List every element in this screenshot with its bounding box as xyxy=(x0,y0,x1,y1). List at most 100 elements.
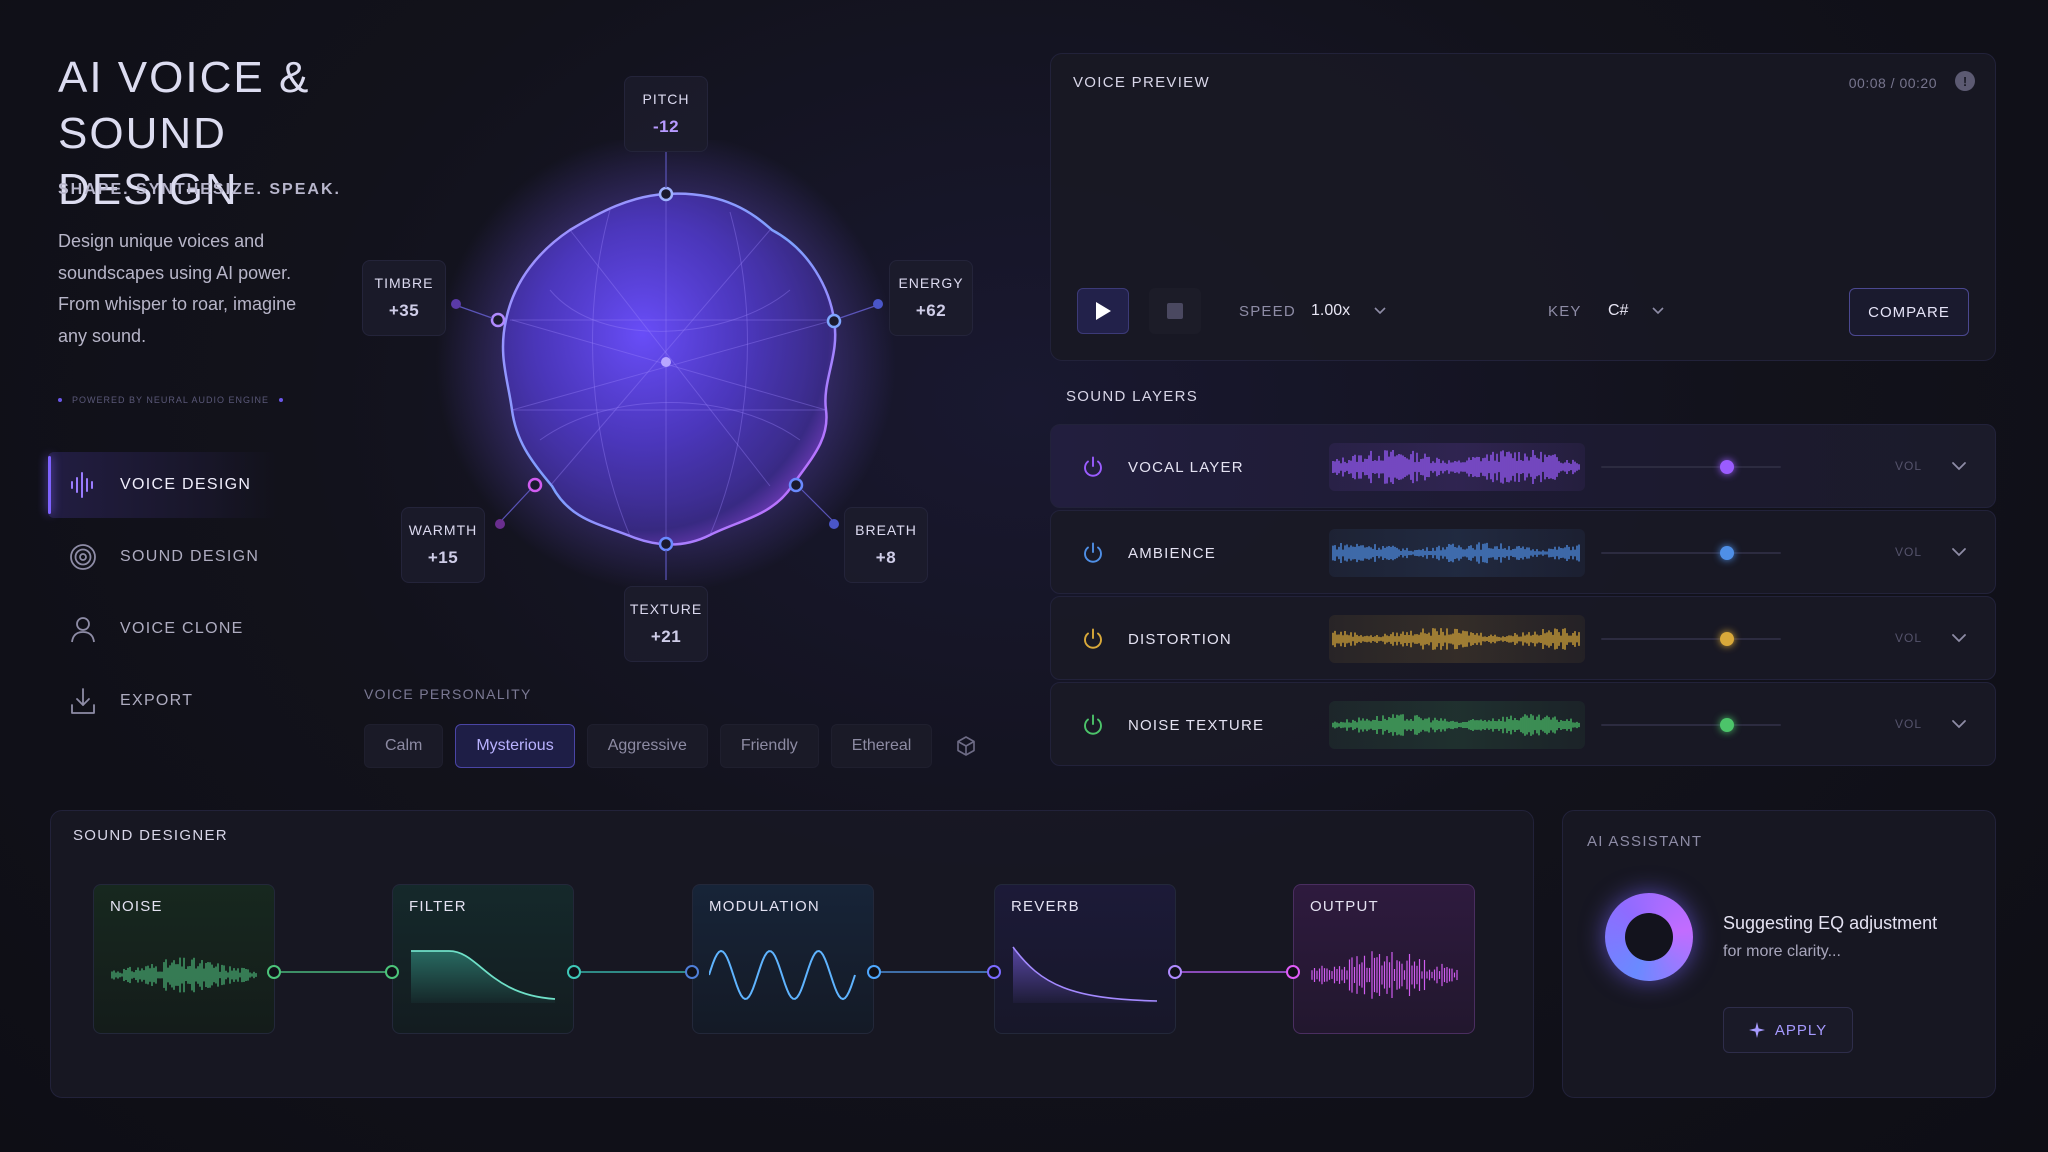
module-filter[interactable]: FILTER xyxy=(392,884,574,1034)
layer-row: VOCAL LAYER VOL xyxy=(1050,424,1996,508)
info-icon[interactable]: ! xyxy=(1955,71,1975,91)
preview-waveform[interactable] xyxy=(1077,126,1971,296)
nav-item-export[interactable]: EXPORT xyxy=(48,668,278,734)
target-icon xyxy=(68,542,98,572)
chevron-down-icon[interactable] xyxy=(1949,714,1969,734)
port-reverb-out[interactable] xyxy=(1168,965,1182,979)
tagline: SHAPE. SYNTHESIZE. SPEAK. xyxy=(58,181,341,198)
panel-title: AI ASSISTANT xyxy=(1587,833,1703,850)
param-value: +21 xyxy=(650,627,682,646)
module-output[interactable]: OUTPUT xyxy=(1293,884,1475,1034)
chevron-down-icon xyxy=(1652,307,1665,315)
vol-label: VOL xyxy=(1895,459,1923,473)
module-label: NOISE xyxy=(110,898,163,915)
power-icon[interactable] xyxy=(1081,627,1105,651)
volume-slider-handle[interactable] xyxy=(1720,546,1734,560)
output-waveform xyxy=(1311,951,1458,999)
modulation-wave xyxy=(709,949,856,1001)
chevron-down-icon[interactable] xyxy=(1949,542,1969,562)
compare-button[interactable]: COMPARE xyxy=(1849,288,1969,336)
vol-label: VOL xyxy=(1895,631,1923,645)
stop-button[interactable] xyxy=(1149,288,1201,334)
power-icon[interactable] xyxy=(1081,713,1105,737)
layer-waveform xyxy=(1329,529,1585,577)
key-select[interactable]: C# xyxy=(1608,302,1665,320)
chevron-down-icon[interactable] xyxy=(1949,628,1969,648)
apply-button[interactable]: APPLY xyxy=(1723,1007,1853,1053)
personality-chips: Calm Mysterious Aggressive Friendly Ethe… xyxy=(364,724,988,768)
port-filter-in[interactable] xyxy=(385,965,399,979)
port-reverb-in[interactable] xyxy=(987,965,1001,979)
power-icon[interactable] xyxy=(1081,541,1105,565)
port-noise-out[interactable] xyxy=(267,965,281,979)
chip-aggressive[interactable]: Aggressive xyxy=(586,724,708,768)
chip-mysterious[interactable]: Mysterious xyxy=(455,724,575,768)
module-modulation[interactable]: MODULATION xyxy=(692,884,874,1034)
layer-name: DISTORTION xyxy=(1128,631,1232,648)
nav-item-sound-design[interactable]: SOUND DESIGN xyxy=(48,524,278,590)
powered-by-text: POWERED BY NEURAL AUDIO ENGINE xyxy=(72,395,270,405)
param-value: +35 xyxy=(388,301,420,320)
volume-slider-handle[interactable] xyxy=(1720,632,1734,646)
volume-slider-track[interactable] xyxy=(1601,638,1781,640)
nav-item-voice-design[interactable]: VOICE DESIGN xyxy=(48,452,278,518)
sound-designer-panel: SOUND DESIGNER NOISE FILTER MODULATION R… xyxy=(50,810,1534,1098)
layer-waveform xyxy=(1329,615,1585,663)
chevron-down-icon xyxy=(1374,307,1386,315)
chevron-down-icon[interactable] xyxy=(1949,456,1969,476)
filter-curve xyxy=(411,950,556,1003)
module-label: MODULATION xyxy=(709,898,820,915)
param-texture[interactable]: TEXTURE +21 xyxy=(624,586,708,662)
port-modulation-out[interactable] xyxy=(867,965,881,979)
cube-icon[interactable] xyxy=(944,724,988,768)
volume-slider-track[interactable] xyxy=(1601,724,1781,726)
layer-row: AMBIENCE VOL xyxy=(1050,510,1996,594)
waveform-icon xyxy=(68,470,98,500)
speed-select[interactable]: 1.00x xyxy=(1311,302,1386,320)
volume-slider-handle[interactable] xyxy=(1720,460,1734,474)
vol-label: VOL xyxy=(1895,717,1923,731)
module-reverb[interactable]: REVERB xyxy=(994,884,1176,1034)
layer-row: DISTORTION VOL xyxy=(1050,596,1996,680)
sound-layers-title: SOUND LAYERS xyxy=(1066,388,1199,405)
chip-ethereal[interactable]: Ethereal xyxy=(830,724,933,768)
module-noise[interactable]: NOISE xyxy=(93,884,275,1034)
download-icon xyxy=(68,686,98,716)
reverb-decay xyxy=(1012,946,1158,1003)
sidebar-nav: VOICE DESIGN SOUND DESIGN VOICE CLONE EX… xyxy=(48,452,278,740)
module-label: FILTER xyxy=(409,898,467,915)
panel-title: VOICE PREVIEW xyxy=(1073,74,1210,91)
voice-shape-visualizer[interactable] xyxy=(430,140,910,600)
port-filter-out[interactable] xyxy=(567,965,581,979)
layer-row: NOISE TEXTURE VOL xyxy=(1050,682,1996,766)
param-value: +8 xyxy=(875,548,897,567)
powered-by: POWERED BY NEURAL AUDIO ENGINE xyxy=(58,395,284,405)
apply-label: APPLY xyxy=(1774,1021,1828,1039)
volume-slider-handle[interactable] xyxy=(1720,718,1734,732)
chip-friendly[interactable]: Friendly xyxy=(719,724,819,768)
key-value: C# xyxy=(1608,302,1629,319)
power-icon[interactable] xyxy=(1081,455,1105,479)
layer-name: VOCAL LAYER xyxy=(1128,459,1244,476)
port-modulation-in[interactable] xyxy=(685,965,699,979)
param-timbre[interactable]: TIMBRE +35 xyxy=(362,260,446,336)
app-description: Design unique voices and soundscapes usi… xyxy=(58,231,297,346)
sparkle-icon xyxy=(1748,1022,1765,1038)
param-pitch[interactable]: PITCH -12 xyxy=(624,76,708,152)
param-warmth[interactable]: WARMTH +15 xyxy=(401,507,485,583)
assistant-submessage: for more clarity... xyxy=(1723,943,1841,960)
volume-slider-track[interactable] xyxy=(1601,552,1781,554)
vol-label: VOL xyxy=(1895,545,1923,559)
volume-slider-track[interactable] xyxy=(1601,466,1781,468)
param-label: ENERGY xyxy=(898,275,964,291)
chip-calm[interactable]: Calm xyxy=(364,724,444,768)
port-output-in[interactable] xyxy=(1286,965,1300,979)
playback-time: 00:08 / 00:20 xyxy=(1848,75,1937,91)
param-value: -12 xyxy=(652,117,680,136)
nav-item-voice-clone[interactable]: VOICE CLONE xyxy=(48,596,278,662)
param-energy[interactable]: ENERGY +62 xyxy=(889,260,973,336)
assistant-message: Suggesting EQ adjustment xyxy=(1723,913,1938,933)
nav-label: SOUND DESIGN xyxy=(120,548,260,565)
param-breath[interactable]: BREATH +8 xyxy=(844,507,928,583)
play-button[interactable] xyxy=(1077,288,1129,334)
